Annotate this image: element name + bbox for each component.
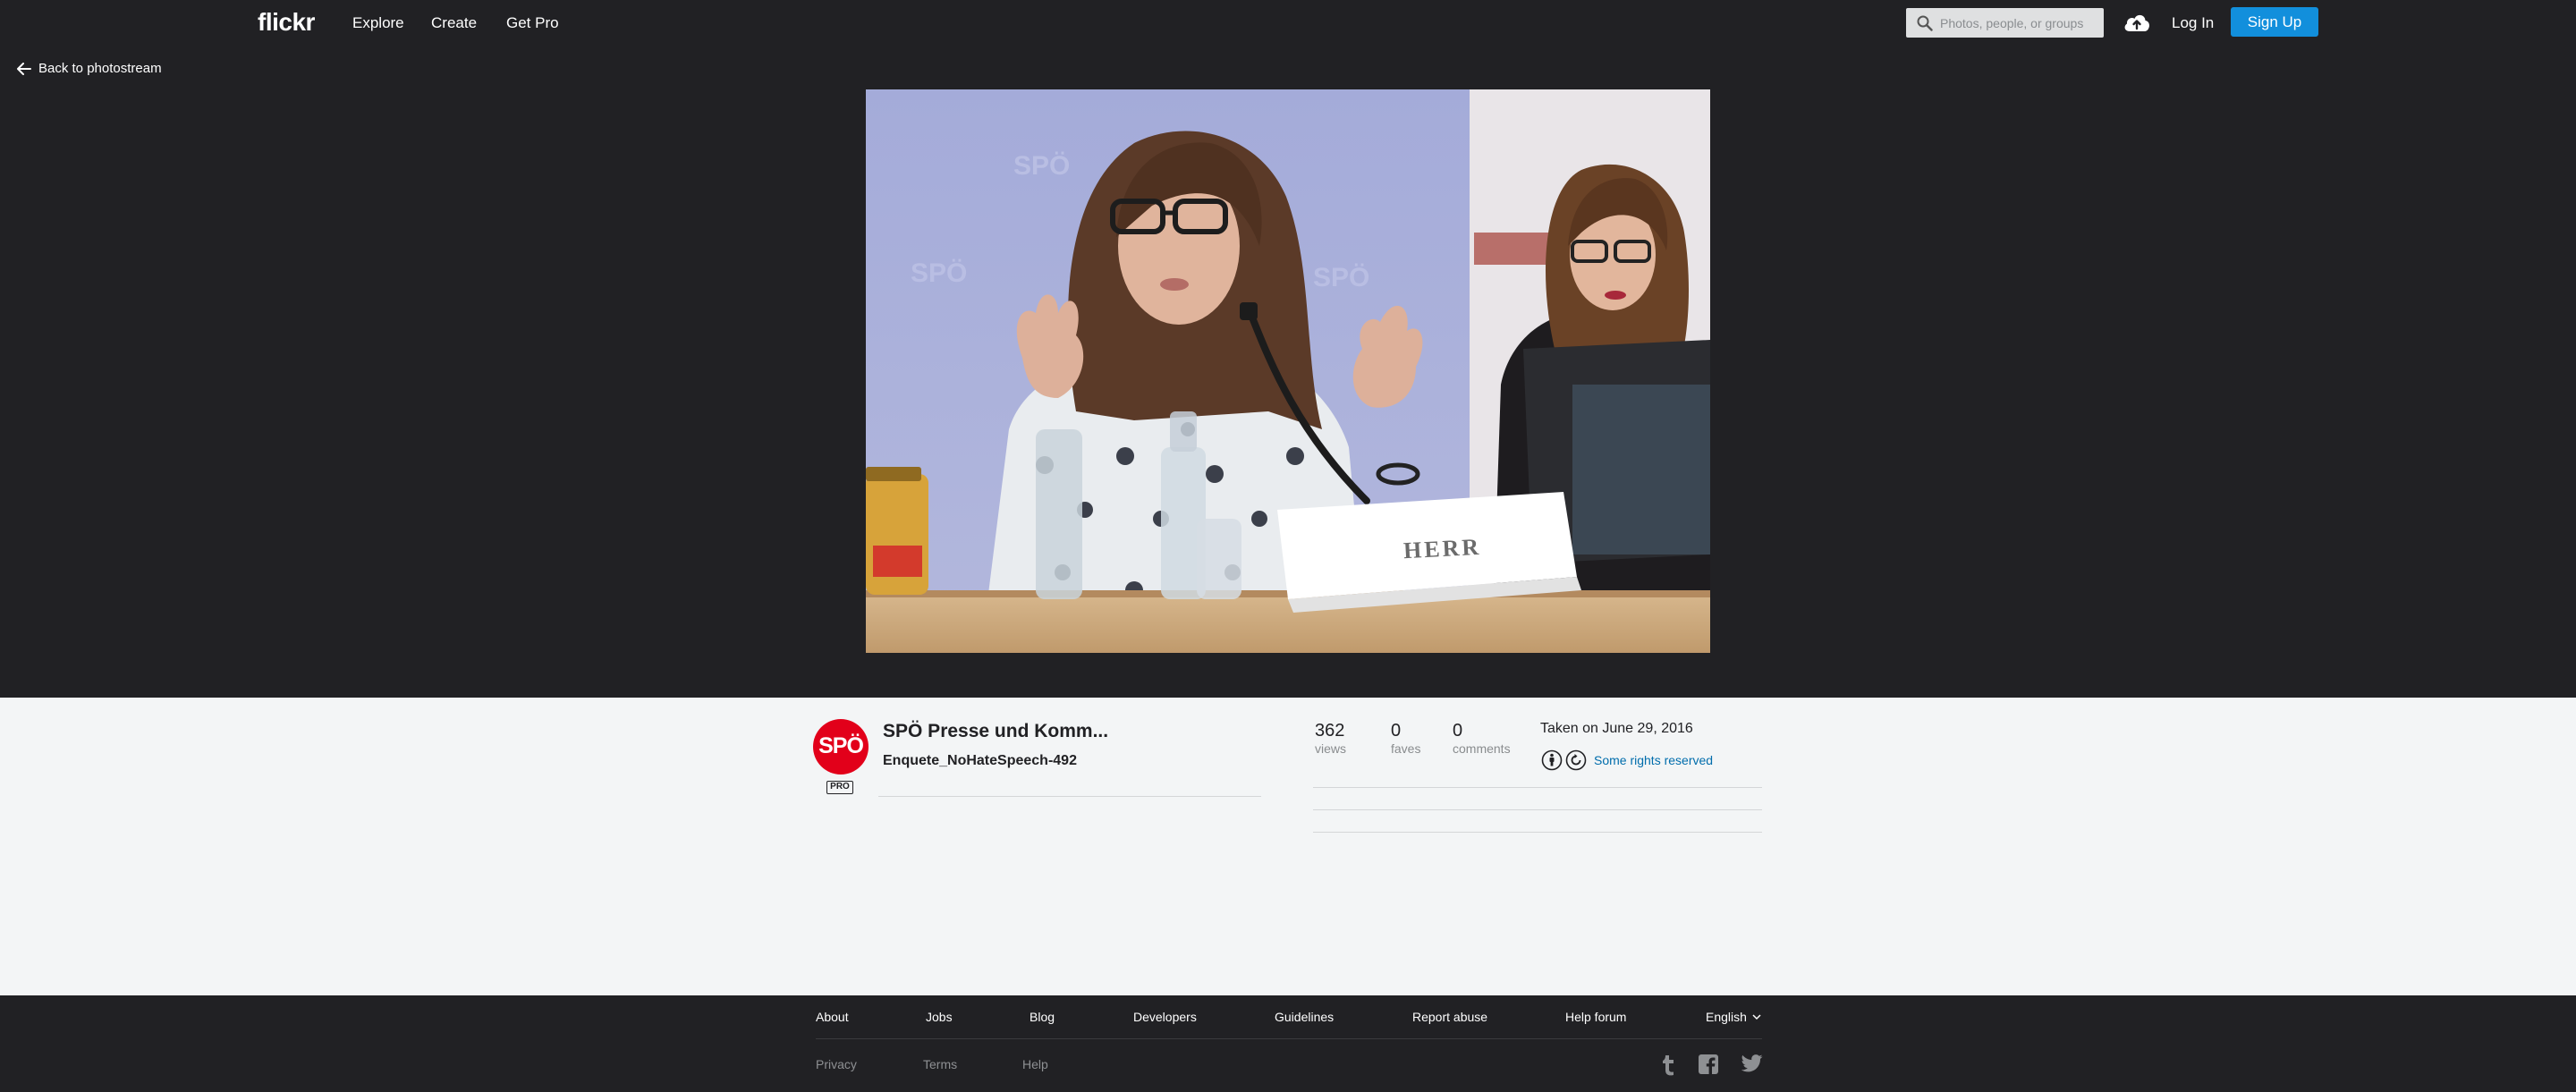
footer-privacy[interactable]: Privacy <box>816 1057 857 1071</box>
stats-divider-1 <box>1313 787 1762 788</box>
info-divider <box>878 796 1261 797</box>
backdrop-logo-1: SPÖ <box>1013 151 1070 181</box>
faves-count: 0 <box>1391 721 1402 741</box>
arrow-left-icon <box>17 62 31 75</box>
views-label: views <box>1315 741 1347 756</box>
taken-date: Taken on June 29, 2016 <box>1540 721 1693 736</box>
footer-jobs[interactable]: Jobs <box>926 1010 953 1024</box>
owner-avatar[interactable]: SPÖ <box>813 719 869 775</box>
footer-help[interactable]: Help <box>1022 1057 1048 1071</box>
stats-divider-3 <box>1313 832 1762 833</box>
footer-about[interactable]: About <box>816 1010 849 1024</box>
back-to-photostream-link[interactable]: Back to photostream <box>17 61 162 76</box>
nav-explore[interactable]: Explore <box>352 14 404 32</box>
footer-guidelines[interactable]: Guidelines <box>1275 1010 1334 1024</box>
search-input[interactable] <box>1940 8 2099 38</box>
pro-badge: PRO <box>826 781 853 794</box>
photo-title: Enquete_NoHateSpeech-492 <box>883 753 1077 768</box>
footer-blog[interactable]: Blog <box>1030 1010 1055 1024</box>
comments-count: 0 <box>1453 721 1463 741</box>
footer-help-forum[interactable]: Help forum <box>1565 1010 1626 1024</box>
tumblr-icon[interactable] <box>1661 1054 1675 1076</box>
chevron-down-icon <box>1752 1014 1761 1020</box>
nav-get-pro[interactable]: Get Pro <box>506 14 559 32</box>
footer-divider <box>816 1038 1762 1039</box>
backdrop-logo-2: SPÖ <box>911 258 967 288</box>
faves-label: faves <box>1391 741 1421 756</box>
language-select[interactable]: English <box>1706 1010 1761 1024</box>
name-sign-text: HERR <box>1402 534 1482 564</box>
search-box <box>1906 8 2104 38</box>
avatar-text: SPÖ <box>818 733 864 758</box>
photo-viewer: Back to photostream SPÖ SPÖ SPÖ HERR <box>0 45 2576 698</box>
comments-label: comments <box>1453 741 1511 756</box>
views-count: 362 <box>1315 721 1345 741</box>
footer-report-abuse[interactable]: Report abuse <box>1412 1010 1487 1024</box>
footer: About Jobs Blog Developers Guidelines Re… <box>0 995 2576 1092</box>
cc-attribution-icon[interactable] <box>1541 749 1563 771</box>
main-photo[interactable]: SPÖ SPÖ SPÖ HERR <box>866 89 1710 653</box>
footer-terms[interactable]: Terms <box>923 1057 957 1071</box>
upload-cloud-icon[interactable] <box>2123 12 2151 33</box>
nav-create[interactable]: Create <box>431 14 477 32</box>
top-nav: flickr Explore Create Get Pro Log In Sig… <box>0 0 2576 45</box>
license-link[interactable]: Some rights reserved <box>1594 753 1713 767</box>
search-icon <box>1917 15 1933 31</box>
photo-illustration: SPÖ SPÖ SPÖ HERR <box>866 89 1710 653</box>
login-link[interactable]: Log In <box>2172 14 2214 32</box>
stats-divider-2 <box>1313 809 1762 810</box>
signup-button[interactable]: Sign Up <box>2231 7 2318 37</box>
facebook-icon[interactable] <box>1699 1054 1718 1074</box>
cc-share-alike-icon[interactable] <box>1565 749 1587 771</box>
back-label: Back to photostream <box>38 61 162 76</box>
backdrop-logo-3: SPÖ <box>1313 263 1369 292</box>
language-label: English <box>1706 1010 1747 1024</box>
footer-developers[interactable]: Developers <box>1133 1010 1197 1024</box>
owner-name-link[interactable]: SPÖ Presse und Komm... <box>883 721 1108 742</box>
flickr-logo[interactable]: flickr <box>258 8 315 37</box>
twitter-icon[interactable] <box>1741 1054 1763 1072</box>
